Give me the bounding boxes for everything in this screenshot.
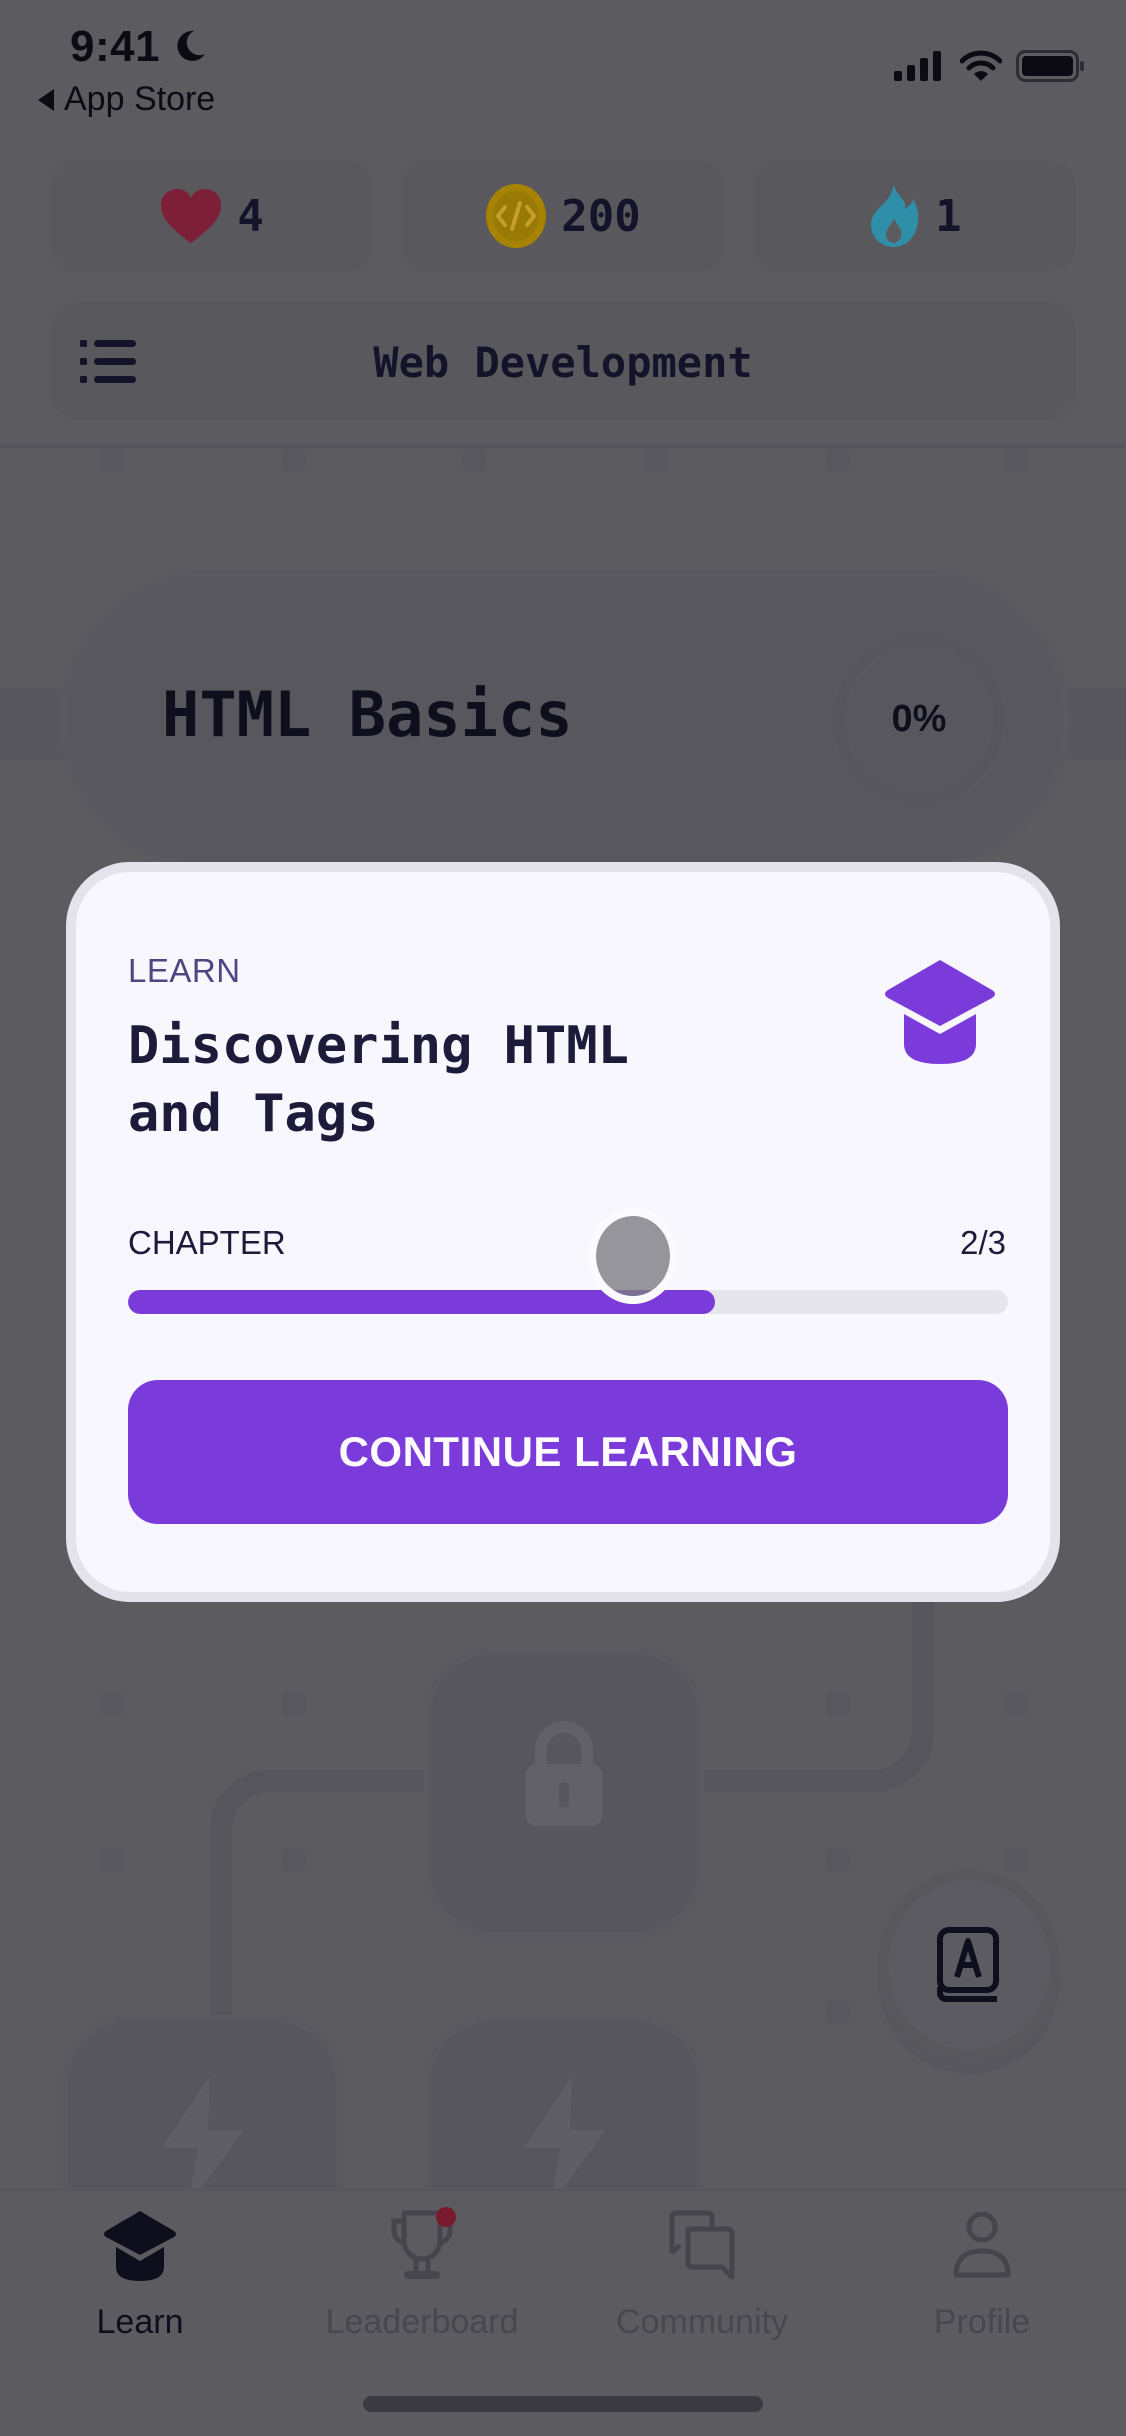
tab-label: Profile [933, 2303, 1031, 2341]
path-dot [826, 448, 850, 472]
tab-leaderboard[interactable]: Leaderboard [302, 2207, 542, 2357]
chapter-count: 2/3 [960, 1224, 1006, 1261]
path-dot [1004, 1848, 1028, 1872]
trophy-icon [391, 2207, 456, 2279]
streak-value: 1 [935, 190, 962, 242]
notification-badge [436, 2207, 456, 2227]
path-dot [644, 448, 668, 472]
tab-label: Community [616, 2303, 788, 2341]
dictionary-button[interactable] [878, 1870, 1060, 2060]
coins-counter[interactable]: 200 [401, 160, 725, 272]
flame-icon [871, 185, 919, 247]
course-title: Web Development [373, 338, 753, 387]
tab-label: Learn [96, 2303, 184, 2341]
lightning-icon [524, 2076, 606, 2206]
tab-community[interactable]: Community [582, 2207, 822, 2357]
lightning-icon [162, 2076, 244, 2206]
wifi-icon [960, 50, 1002, 81]
lesson-type-label: LEARN [128, 952, 241, 989]
unit-title: HTML Basics [162, 678, 573, 751]
unit-progress-ring: 0% [834, 634, 1004, 804]
graduation-cap-icon [104, 2211, 176, 2281]
moon-icon [177, 30, 205, 61]
path-connector [702, 1600, 934, 1792]
chat-bubbles-icon [669, 2210, 735, 2280]
back-arrow-icon [38, 88, 54, 111]
lives-counter[interactable]: 4 [50, 160, 374, 272]
path-dot [1004, 448, 1028, 472]
path-dot [1004, 1692, 1028, 1716]
tab-learn[interactable]: Learn [20, 2207, 260, 2357]
path-dot [100, 1692, 124, 1716]
back-to-app-store[interactable]: App Store [38, 80, 215, 119]
stats-row: 4 200 1 [50, 160, 1076, 272]
home-indicator[interactable] [363, 2396, 763, 2412]
unit-card[interactable]: HTML Basics 0% [60, 570, 1070, 870]
lives-value: 4 [237, 190, 264, 242]
practice-node[interactable] [62, 2015, 342, 2206]
status-time: 9:41 [70, 22, 161, 71]
chapter-label: CHAPTER [128, 1224, 286, 1261]
path-dot [826, 2000, 850, 2024]
coins-value: 200 [561, 190, 641, 242]
locked-lesson-node[interactable] [424, 1648, 704, 1938]
practice-node[interactable] [424, 2015, 704, 2206]
continue-learning-button[interactable]: CONTINUE LEARNING [128, 1380, 1008, 1524]
path-dot [462, 448, 486, 472]
lesson-popup-card: LEARN Discovering HTML and Tags CHAPTER … [66, 862, 1060, 1602]
cellular-signal-icon [894, 51, 941, 81]
path-dot [100, 448, 124, 472]
path-dot [282, 1692, 306, 1716]
system-icons [894, 50, 1086, 82]
unit-progress-percent: 0% [891, 697, 947, 740]
tab-label: Leaderboard [325, 2303, 519, 2341]
streak-counter[interactable]: 1 [752, 160, 1076, 272]
lesson-title: Discovering HTML and Tags [128, 1016, 629, 1144]
touch-indicator [588, 1208, 678, 1304]
person-icon [953, 2211, 1011, 2278]
path-dot [282, 448, 306, 472]
path-dot [826, 1692, 850, 1716]
dictionary-book-icon [937, 1927, 999, 2002]
battery-icon [1016, 50, 1084, 82]
path-dot [826, 1848, 850, 1872]
course-selector[interactable]: Web Development [50, 302, 1076, 420]
tab-profile[interactable]: Profile [862, 2207, 1102, 2357]
graduation-cap-icon [885, 960, 995, 1064]
back-label: App Store [64, 80, 216, 118]
status-bar: 9:41 App Store [0, 0, 1126, 130]
lock-icon [525, 1721, 603, 1826]
chapter-progress-bar [128, 1290, 1008, 1314]
code-coin-icon [486, 184, 547, 248]
path-dot [100, 1848, 124, 1872]
heart-icon [161, 189, 222, 243]
path-dot [282, 1848, 306, 1872]
